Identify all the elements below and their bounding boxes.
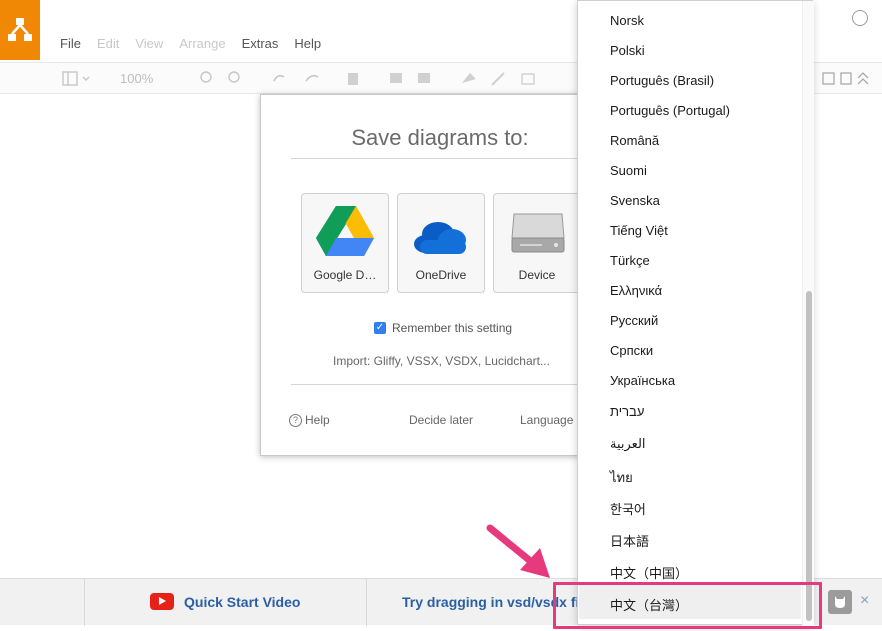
divider bbox=[291, 384, 591, 385]
to-back-icon bbox=[418, 73, 430, 83]
language-item[interactable]: Ελληνικά bbox=[610, 283, 662, 298]
fill-color-icon bbox=[462, 73, 476, 83]
language-menu-scrollbar[interactable] bbox=[802, 1, 814, 626]
import-text[interactable]: Import: Gliffy, VSSX, VSDX, Lucidchart..… bbox=[333, 354, 550, 368]
menu-help[interactable]: Help bbox=[294, 36, 321, 51]
undo-icon bbox=[273, 74, 285, 82]
language-item[interactable]: Русский bbox=[610, 313, 658, 328]
language-item[interactable]: 한국어 bbox=[610, 499, 646, 518]
device-option[interactable]: Device bbox=[493, 193, 581, 293]
line-color-icon bbox=[491, 72, 505, 86]
youtube-icon bbox=[150, 593, 174, 610]
to-front-icon bbox=[390, 73, 402, 83]
language-item[interactable]: Українська bbox=[610, 373, 675, 388]
save-diagrams-dialog: Save diagrams to: Google D… OneDrive Dev… bbox=[260, 94, 591, 456]
menu-edit[interactable]: Edit bbox=[97, 36, 119, 51]
collapse-icon bbox=[857, 72, 869, 85]
language-button[interactable]: Language bbox=[520, 413, 573, 427]
storage-label: OneDrive bbox=[415, 268, 467, 282]
divider bbox=[366, 579, 367, 626]
dialog-title: Save diagrams to: bbox=[351, 125, 529, 150]
device-icon bbox=[511, 213, 565, 253]
language-menu: Norsk Polski Português (Brasil) Portuguê… bbox=[577, 0, 814, 626]
zoom-level[interactable]: 100% bbox=[120, 71, 153, 86]
remember-label: Remember this setting bbox=[392, 321, 513, 335]
format-toggle-icon bbox=[840, 72, 852, 85]
help-icon: ? bbox=[289, 413, 302, 427]
language-item[interactable]: Română bbox=[610, 133, 659, 148]
remember-setting[interactable]: ✓ Remember this setting bbox=[374, 321, 512, 335]
menu-file[interactable]: File bbox=[60, 36, 81, 51]
help-label: Help bbox=[305, 413, 330, 427]
language-item[interactable]: Türkçe bbox=[610, 253, 650, 268]
toolbar-right-icons bbox=[822, 72, 869, 85]
language-item[interactable]: Português (Portugal) bbox=[610, 103, 730, 118]
scrollbar-thumb[interactable] bbox=[806, 291, 812, 621]
decide-later-button[interactable]: Decide later bbox=[409, 413, 473, 427]
google-drive-icon bbox=[316, 206, 374, 256]
divider bbox=[84, 579, 85, 626]
zoom-out-icon bbox=[228, 71, 240, 83]
delete-icon bbox=[348, 73, 358, 85]
language-item[interactable]: 中文（中国） bbox=[610, 563, 688, 582]
language-item[interactable]: Norsk bbox=[610, 13, 644, 28]
language-item[interactable]: Српски bbox=[610, 343, 653, 358]
format-panel-icon[interactable] bbox=[62, 71, 92, 87]
language-item[interactable]: עברית bbox=[610, 404, 644, 419]
drawio-logo-icon bbox=[8, 18, 32, 41]
try-dragging-text[interactable]: Try dragging in vsd/vsdx files bbox=[402, 594, 578, 610]
language-item[interactable]: Polski bbox=[610, 43, 645, 58]
help-link[interactable]: ? Help bbox=[289, 413, 330, 427]
app-logo bbox=[0, 0, 40, 60]
divider bbox=[291, 158, 591, 159]
remember-checkbox[interactable]: ✓ bbox=[374, 322, 386, 334]
menu-extras[interactable]: Extras bbox=[242, 36, 279, 51]
menubar: File Edit View Arrange Extras Help bbox=[60, 36, 337, 51]
github-cat-icon bbox=[835, 596, 845, 608]
fullscreen-icon bbox=[822, 72, 835, 85]
language-item[interactable]: ไทย bbox=[610, 467, 633, 488]
github-icon[interactable] bbox=[828, 590, 852, 614]
redo-icon bbox=[305, 74, 319, 82]
quick-start-label: Quick Start Video bbox=[184, 593, 301, 610]
menu-arrange[interactable]: Arrange bbox=[179, 36, 225, 51]
storage-label: Device bbox=[518, 268, 556, 282]
pink-arrow-icon bbox=[486, 524, 550, 578]
google-drive-option[interactable]: Google D… bbox=[301, 193, 389, 293]
storage-label: Google D… bbox=[313, 268, 377, 282]
quick-start-video-link[interactable]: Quick Start Video bbox=[150, 593, 300, 610]
close-banner-icon[interactable]: × bbox=[860, 592, 869, 610]
language-item[interactable]: العربية bbox=[610, 436, 646, 452]
onedrive-option[interactable]: OneDrive bbox=[397, 193, 485, 293]
menu-view[interactable]: View bbox=[135, 36, 163, 51]
highlight-box bbox=[553, 582, 822, 629]
shadow-icon bbox=[521, 73, 535, 85]
toolbar-icons bbox=[200, 71, 535, 86]
language-item[interactable]: Suomi bbox=[610, 163, 647, 178]
onedrive-icon bbox=[414, 222, 466, 254]
language-item[interactable]: 日本語 bbox=[610, 531, 649, 550]
globe-icon[interactable] bbox=[852, 10, 868, 26]
language-item[interactable]: Português (Brasil) bbox=[610, 73, 714, 88]
language-item[interactable]: Tiếng Việt bbox=[610, 223, 668, 238]
language-item[interactable]: Svenska bbox=[610, 193, 660, 208]
zoom-in-icon bbox=[200, 71, 212, 83]
